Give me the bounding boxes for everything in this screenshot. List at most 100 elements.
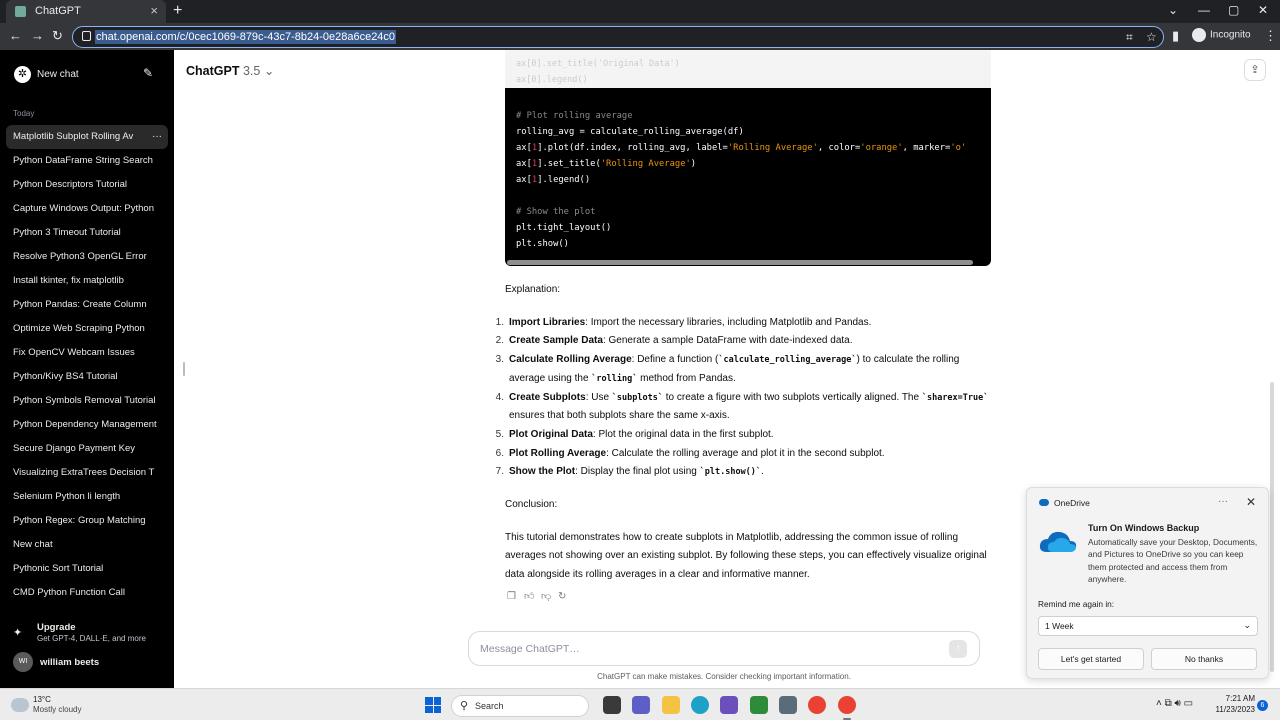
system-tray[interactable]: ˄ ⧉ 🔊︎ ▭ [1156,698,1193,709]
chrome-icon[interactable] [808,696,826,714]
avatar: WI [13,652,33,672]
history-item[interactable]: Install tkinter, fix matplotlib [6,269,168,293]
step-number: 4. [495,391,504,403]
history-item[interactable]: Pythonic Sort Tutorial [6,557,168,581]
onedrive-notification: OneDrive ··· ✕ Turn On Windows Backup Au… [1026,487,1269,679]
code-token: # Plot rolling average [516,111,633,121]
windows-taskbar: 13°C Mostly cloudy ⚲ Search ˄ ⧉ 🔊︎ ▭ 7:2… [0,688,1280,720]
history-item[interactable]: Optimize Web Scraping Python [6,317,168,341]
windows-start-icon[interactable] [425,697,441,713]
onedrive-small-icon [1039,499,1049,506]
edge-icon[interactable] [691,696,709,714]
history-item-label: Python/Kivy BS4 Tutorial [13,371,118,382]
browser-tab[interactable]: ChatGPT × [6,0,166,23]
history-item-label: Secure Django Payment Key [13,443,135,454]
close-tab-icon[interactable]: × [150,3,158,18]
history-item[interactable]: Python Regex: Group Matching [6,509,168,533]
weather-widget[interactable]: 13°C Mostly cloudy [11,695,101,717]
message-composer[interactable]: Message ChatGPT… ↑ [468,631,980,666]
time: 7:21 AM [1225,694,1255,703]
no-thanks-button[interactable]: No thanks [1151,648,1257,670]
address-bar[interactable]: chat.openai.com/c/0cec1069-879c-43c7-8b2… [72,26,1164,48]
remind-select[interactable]: 1 Week ⌄ [1038,616,1258,636]
code-line: rolling_avg = calculate_rolling_average(… [516,124,980,140]
history-item[interactable]: Capture Windows Output: Python [6,197,168,221]
chrome-incognito-icon[interactable] [838,696,856,720]
new-chat-button[interactable]: ✲ New chat ✎ [8,62,166,86]
back-icon[interactable]: ← [9,28,22,43]
site-info-icon[interactable] [82,31,91,41]
edit-icon[interactable]: ✎ [143,66,153,80]
close-icon[interactable]: ✕ [1246,495,1256,509]
regenerate-icon[interactable]: ↻ [558,591,570,602]
spreadsheet-icon[interactable] [750,696,768,714]
tab-search-icon[interactable]: ⌄ [1168,3,1178,17]
scrollbar[interactable] [1270,382,1274,672]
step-item: 7. Show the Plot: Display the final plot … [496,463,995,482]
side-panel-icon[interactable]: ▮ [1172,28,1179,44]
code-horizontal-scrollbar[interactable] [507,260,973,265]
task-view-icon[interactable] [603,696,621,714]
close-window-icon[interactable]: ✕ [1258,3,1268,17]
maximize-icon[interactable]: ▢ [1228,3,1239,17]
history-item[interactable]: Secure Django Payment Key [6,437,168,461]
taskbar-search[interactable]: ⚲ Search [451,695,589,717]
more-options-icon[interactable]: ··· [152,125,162,149]
thumbs-down-icon[interactable]: 👎︎ [541,590,553,602]
step-title: Calculate Rolling Average [509,354,632,366]
history-item[interactable]: Selenium Python li length [6,485,168,509]
browser-toolbar: ← → ↻ chat.openai.com/c/0cec1069-879c-43… [0,23,1280,50]
profile-incognito[interactable]: Incognito [1192,28,1251,42]
code-block: # Plot rolling average rolling_avg = calc… [505,88,991,266]
file-explorer-icon[interactable] [662,696,680,714]
send-button[interactable]: ↑ [949,640,967,658]
message-input[interactable]: Message ChatGPT… [480,643,580,655]
thumbs-up-icon[interactable]: 👍︎ [524,590,536,602]
step-number: 6. [495,447,504,459]
url-text[interactable]: chat.openai.com/c/0cec1069-879c-43c7-8b2… [95,30,397,44]
copy-icon[interactable]: ❐ [507,591,519,602]
history-item[interactable]: Visualizing ExtraTrees Decision T [6,461,168,485]
history-item[interactable]: Fix OpenCV Webcam Issues [6,341,168,365]
sidebar-toggle-handle[interactable] [183,362,185,376]
step-item: 4. Create Subplots: Use `subplots` to cre… [496,389,995,426]
history-item[interactable]: Matplotlib Subplot Rolling Av ··· [6,125,168,149]
step-title: Show the Plot [509,466,576,478]
history-item[interactable]: Python Symbols Removal Tutorial [6,389,168,413]
notification-title: Turn On Windows Backup [1088,523,1200,533]
lets-get-started-button[interactable]: Let's get started [1038,648,1144,670]
browser-menu-icon[interactable]: ⋮ [1264,28,1277,44]
user-menu[interactable]: WI william beets [13,651,163,673]
code-token: ].set_title( [537,159,601,169]
forward-icon[interactable]: → [31,28,44,43]
history-item[interactable]: Python Pandas: Create Column [6,293,168,317]
clock[interactable]: 7:21 AM 11/23/2023 [1211,693,1255,715]
notification-badge[interactable]: 6 [1257,700,1268,711]
history-item[interactable]: Python Dependency Management [6,413,168,437]
step-title: Import Libraries [509,316,586,328]
minimize-icon[interactable]: — [1198,3,1210,17]
more-options-icon[interactable]: ··· [1218,496,1228,507]
code-line: ax[1].legend() [516,172,980,188]
share-button[interactable]: ⇪ [1244,59,1266,81]
history-item[interactable]: Resolve Python3 OpenGL Error [6,245,168,269]
search-label: Search [475,701,504,711]
history-item[interactable]: CMD Python Function Call [6,581,168,605]
history-item[interactable]: Python DataFrame String Search [6,149,168,173]
incognito-icon [1192,28,1206,42]
photos-icon[interactable] [779,696,797,714]
step-item: 1. Import Libraries: Import the necessary… [496,314,995,333]
history-item[interactable]: New chat [6,533,168,557]
history-item[interactable]: Python 3 Timeout Tutorial [6,221,168,245]
reload-icon[interactable]: ↻ [52,28,63,44]
openai-logo-icon: ✲ [14,66,31,83]
incognito-eye-icon[interactable]: ⌗ [1126,30,1133,45]
teams-icon[interactable] [632,696,650,714]
history-item[interactable]: Python/Kivy BS4 Tutorial [6,365,168,389]
sparkle-icon: ✦ [13,627,23,639]
app-icon[interactable] [720,696,738,714]
model-selector[interactable]: ChatGPT 3.5 ⌄ [186,63,274,78]
new-tab-button[interactable]: + [173,2,182,20]
bookmark-star-icon[interactable]: ☆ [1146,30,1157,44]
history-item[interactable]: Python Descriptors Tutorial [6,173,168,197]
